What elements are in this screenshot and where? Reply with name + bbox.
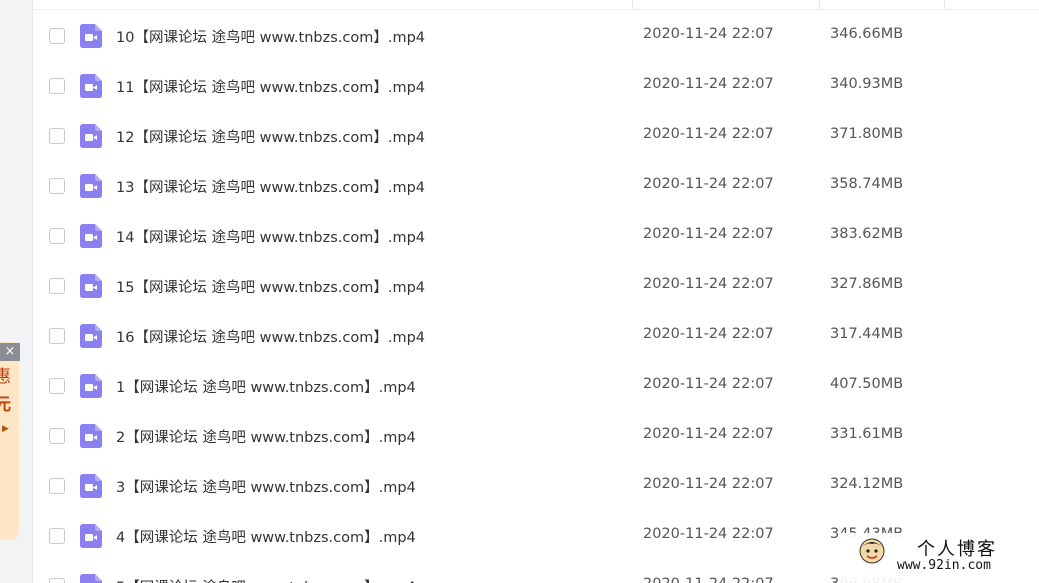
file-size: 383.62MB bbox=[830, 226, 904, 242]
file-list-panel: 10【网课论坛 途鸟吧 www.tnbzs.com】.mp4 2020-11-24… bbox=[33, 0, 1039, 583]
row-checkbox[interactable] bbox=[49, 378, 65, 394]
row-checkbox[interactable] bbox=[49, 28, 65, 44]
file-row[interactable]: 1【网课论坛 途鸟吧 www.tnbzs.com】.mp4 2020-11-24 … bbox=[33, 361, 1039, 411]
file-size: 327.86MB bbox=[830, 276, 904, 292]
file-row[interactable]: 11【网课论坛 途鸟吧 www.tnbzs.com】.mp4 2020-11-24… bbox=[33, 61, 1039, 111]
file-name[interactable]: 4【网课论坛 途鸟吧 www.tnbzs.com】.mp4 bbox=[116, 526, 416, 547]
row-checkbox[interactable] bbox=[49, 228, 65, 244]
row-checkbox[interactable] bbox=[49, 328, 65, 344]
file-name[interactable]: 14【网课论坛 途鸟吧 www.tnbzs.com】.mp4 bbox=[116, 226, 425, 247]
file-modified-date: 2020-11-24 22:07 bbox=[643, 326, 774, 342]
site-watermark: 个人博客 www.92in.com bbox=[839, 533, 1039, 583]
file-modified-date: 2020-11-24 22:07 bbox=[643, 376, 774, 392]
video-file-icon[interactable] bbox=[80, 424, 102, 448]
file-row[interactable]: 14【网课论坛 途鸟吧 www.tnbzs.com】.mp4 2020-11-24… bbox=[33, 211, 1039, 261]
file-modified-date: 2020-11-24 22:07 bbox=[643, 426, 774, 442]
file-row[interactable]: 2【网课论坛 途鸟吧 www.tnbzs.com】.mp4 2020-11-24 … bbox=[33, 411, 1039, 461]
promo-arrow-icon[interactable]: ▶ bbox=[2, 424, 9, 434]
row-checkbox[interactable] bbox=[49, 528, 65, 544]
column-header-strip bbox=[33, 0, 1039, 10]
row-checkbox[interactable] bbox=[49, 578, 65, 583]
video-file-icon[interactable] bbox=[80, 574, 102, 583]
file-name[interactable]: 1【网课论坛 途鸟吧 www.tnbzs.com】.mp4 bbox=[116, 376, 416, 397]
video-file-icon[interactable] bbox=[80, 174, 102, 198]
file-name[interactable]: 10【网课论坛 途鸟吧 www.tnbzs.com】.mp4 bbox=[116, 26, 425, 47]
row-checkbox[interactable] bbox=[49, 78, 65, 94]
file-name[interactable]: 16【网课论坛 途鸟吧 www.tnbzs.com】.mp4 bbox=[116, 326, 425, 347]
file-modified-date: 2020-11-24 22:07 bbox=[643, 76, 774, 92]
file-modified-date: 2020-11-24 22:07 bbox=[643, 126, 774, 142]
file-modified-date: 2020-11-24 22:07 bbox=[643, 576, 774, 583]
file-size: 407.50MB bbox=[830, 376, 904, 392]
column-divider[interactable] bbox=[944, 0, 945, 10]
file-name[interactable]: 3【网课论坛 途鸟吧 www.tnbzs.com】.mp4 bbox=[116, 476, 416, 497]
file-modified-date: 2020-11-24 22:07 bbox=[643, 176, 774, 192]
file-size: 358.74MB bbox=[830, 176, 904, 192]
file-size: 346.66MB bbox=[830, 26, 904, 42]
promo-text-line1: 惠 bbox=[0, 367, 11, 387]
file-size: 331.61MB bbox=[830, 426, 904, 442]
file-name[interactable]: 15【网课论坛 途鸟吧 www.tnbzs.com】.mp4 bbox=[116, 276, 425, 297]
watermark-url: www.92in.com bbox=[897, 558, 991, 573]
file-row[interactable]: 10【网课论坛 途鸟吧 www.tnbzs.com】.mp4 2020-11-24… bbox=[33, 11, 1039, 61]
video-file-icon[interactable] bbox=[80, 24, 102, 48]
file-row[interactable]: 3【网课论坛 途鸟吧 www.tnbzs.com】.mp4 2020-11-24 … bbox=[33, 461, 1039, 511]
row-checkbox[interactable] bbox=[49, 278, 65, 294]
file-modified-date: 2020-11-24 22:07 bbox=[643, 276, 774, 292]
row-checkbox[interactable] bbox=[49, 178, 65, 194]
row-checkbox[interactable] bbox=[49, 428, 65, 444]
video-file-icon[interactable] bbox=[80, 224, 102, 248]
video-file-icon[interactable] bbox=[80, 324, 102, 348]
video-file-icon[interactable] bbox=[80, 124, 102, 148]
column-divider[interactable] bbox=[819, 0, 820, 10]
column-divider[interactable] bbox=[632, 0, 633, 10]
file-name[interactable]: 13【网课论坛 途鸟吧 www.tnbzs.com】.mp4 bbox=[116, 176, 425, 197]
video-file-icon[interactable] bbox=[80, 474, 102, 498]
file-name[interactable]: 5【网课论坛 途鸟吧 www.tnbzs.com】.mp4 bbox=[116, 576, 416, 583]
mascot-icon bbox=[857, 536, 887, 572]
file-row[interactable]: 13【网课论坛 途鸟吧 www.tnbzs.com】.mp4 2020-11-24… bbox=[33, 161, 1039, 211]
file-row[interactable]: 16【网课论坛 途鸟吧 www.tnbzs.com】.mp4 2020-11-24… bbox=[33, 311, 1039, 361]
video-file-icon[interactable] bbox=[80, 274, 102, 298]
file-name[interactable]: 2【网课论坛 途鸟吧 www.tnbzs.com】.mp4 bbox=[116, 426, 416, 447]
file-size: 371.80MB bbox=[830, 126, 904, 142]
file-size: 340.93MB bbox=[830, 76, 904, 92]
file-modified-date: 2020-11-24 22:07 bbox=[643, 526, 774, 542]
file-modified-date: 2020-11-24 22:07 bbox=[643, 476, 774, 492]
row-checkbox[interactable] bbox=[49, 128, 65, 144]
file-row[interactable]: 15【网课论坛 途鸟吧 www.tnbzs.com】.mp4 2020-11-24… bbox=[33, 261, 1039, 311]
file-modified-date: 2020-11-24 22:07 bbox=[643, 26, 774, 42]
promo-close-button[interactable]: × bbox=[0, 343, 20, 361]
file-modified-date: 2020-11-24 22:07 bbox=[643, 226, 774, 242]
file-name[interactable]: 12【网课论坛 途鸟吧 www.tnbzs.com】.mp4 bbox=[116, 126, 425, 147]
promo-text-line2: 元 bbox=[0, 395, 11, 415]
file-row[interactable]: 12【网课论坛 途鸟吧 www.tnbzs.com】.mp4 2020-11-24… bbox=[33, 111, 1039, 161]
video-file-icon[interactable] bbox=[80, 374, 102, 398]
file-name[interactable]: 11【网课论坛 途鸟吧 www.tnbzs.com】.mp4 bbox=[116, 76, 425, 97]
video-file-icon[interactable] bbox=[80, 524, 102, 548]
file-size: 324.12MB bbox=[830, 476, 904, 492]
file-size: 317.44MB bbox=[830, 326, 904, 342]
row-checkbox[interactable] bbox=[49, 478, 65, 494]
video-file-icon[interactable] bbox=[80, 74, 102, 98]
